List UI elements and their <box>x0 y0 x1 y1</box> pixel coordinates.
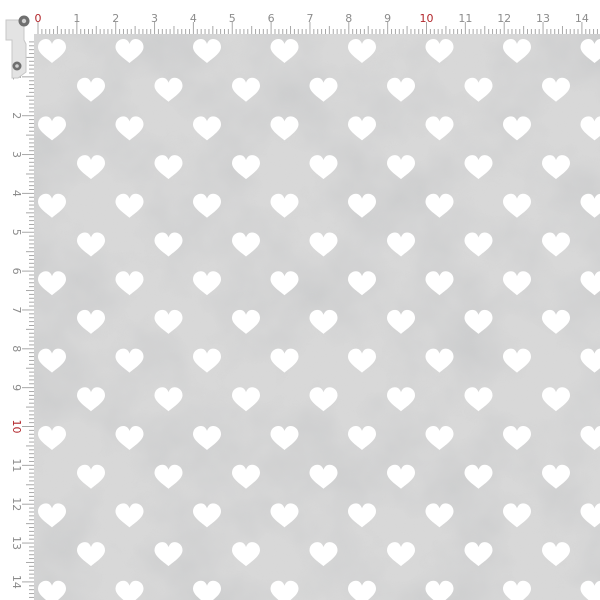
ruler-label: 3 <box>151 12 158 25</box>
ruler-label: 10 <box>10 420 23 434</box>
ruler-label: 14 <box>10 575 23 589</box>
ruler-label: 7 <box>306 12 313 25</box>
ruler-label: 14 <box>575 12 589 25</box>
ruler-label: 13 <box>10 536 23 550</box>
ruler-label: 9 <box>10 384 23 391</box>
fabric-pattern <box>34 34 600 600</box>
ruler-label: 2 <box>10 112 23 119</box>
ruler-label: 12 <box>10 497 23 511</box>
ruler-label: 5 <box>229 12 236 25</box>
ruler-label: 0 <box>35 12 42 25</box>
ruler-label: 8 <box>345 12 352 25</box>
fabric-swatch-view: 01234567891011121314 1234567891011121314 <box>0 0 600 600</box>
top-ruler: 0 1 2 3 4 5 6 7 8 9 10 11 12 13 14 <box>0 0 600 34</box>
ruler-label: 12 <box>497 12 511 25</box>
ruler-label: 10 <box>420 12 434 25</box>
ruler-label: 7 <box>10 306 23 313</box>
ruler-label: 3 <box>10 151 23 158</box>
top-ruler-labels: 0 1 2 3 4 5 6 7 8 9 10 11 12 13 14 <box>35 12 589 25</box>
ruler-label: 5 <box>10 229 23 236</box>
ruler-label: 2 <box>112 12 119 25</box>
ruler-label: 11 <box>10 458 23 472</box>
ruler-label: 13 <box>536 12 550 25</box>
ruler-label: 11 <box>458 12 472 25</box>
left-ruler: 1234567891011121314 <box>0 0 34 600</box>
ruler-label: 4 <box>190 12 197 25</box>
ruler-label: 6 <box>10 268 23 275</box>
ruler-label: 4 <box>10 190 23 197</box>
ruler-label: 1 <box>73 12 80 25</box>
ruler-label: 8 <box>10 345 23 352</box>
ruler-label: 9 <box>384 12 391 25</box>
ruler-label: 6 <box>268 12 275 25</box>
